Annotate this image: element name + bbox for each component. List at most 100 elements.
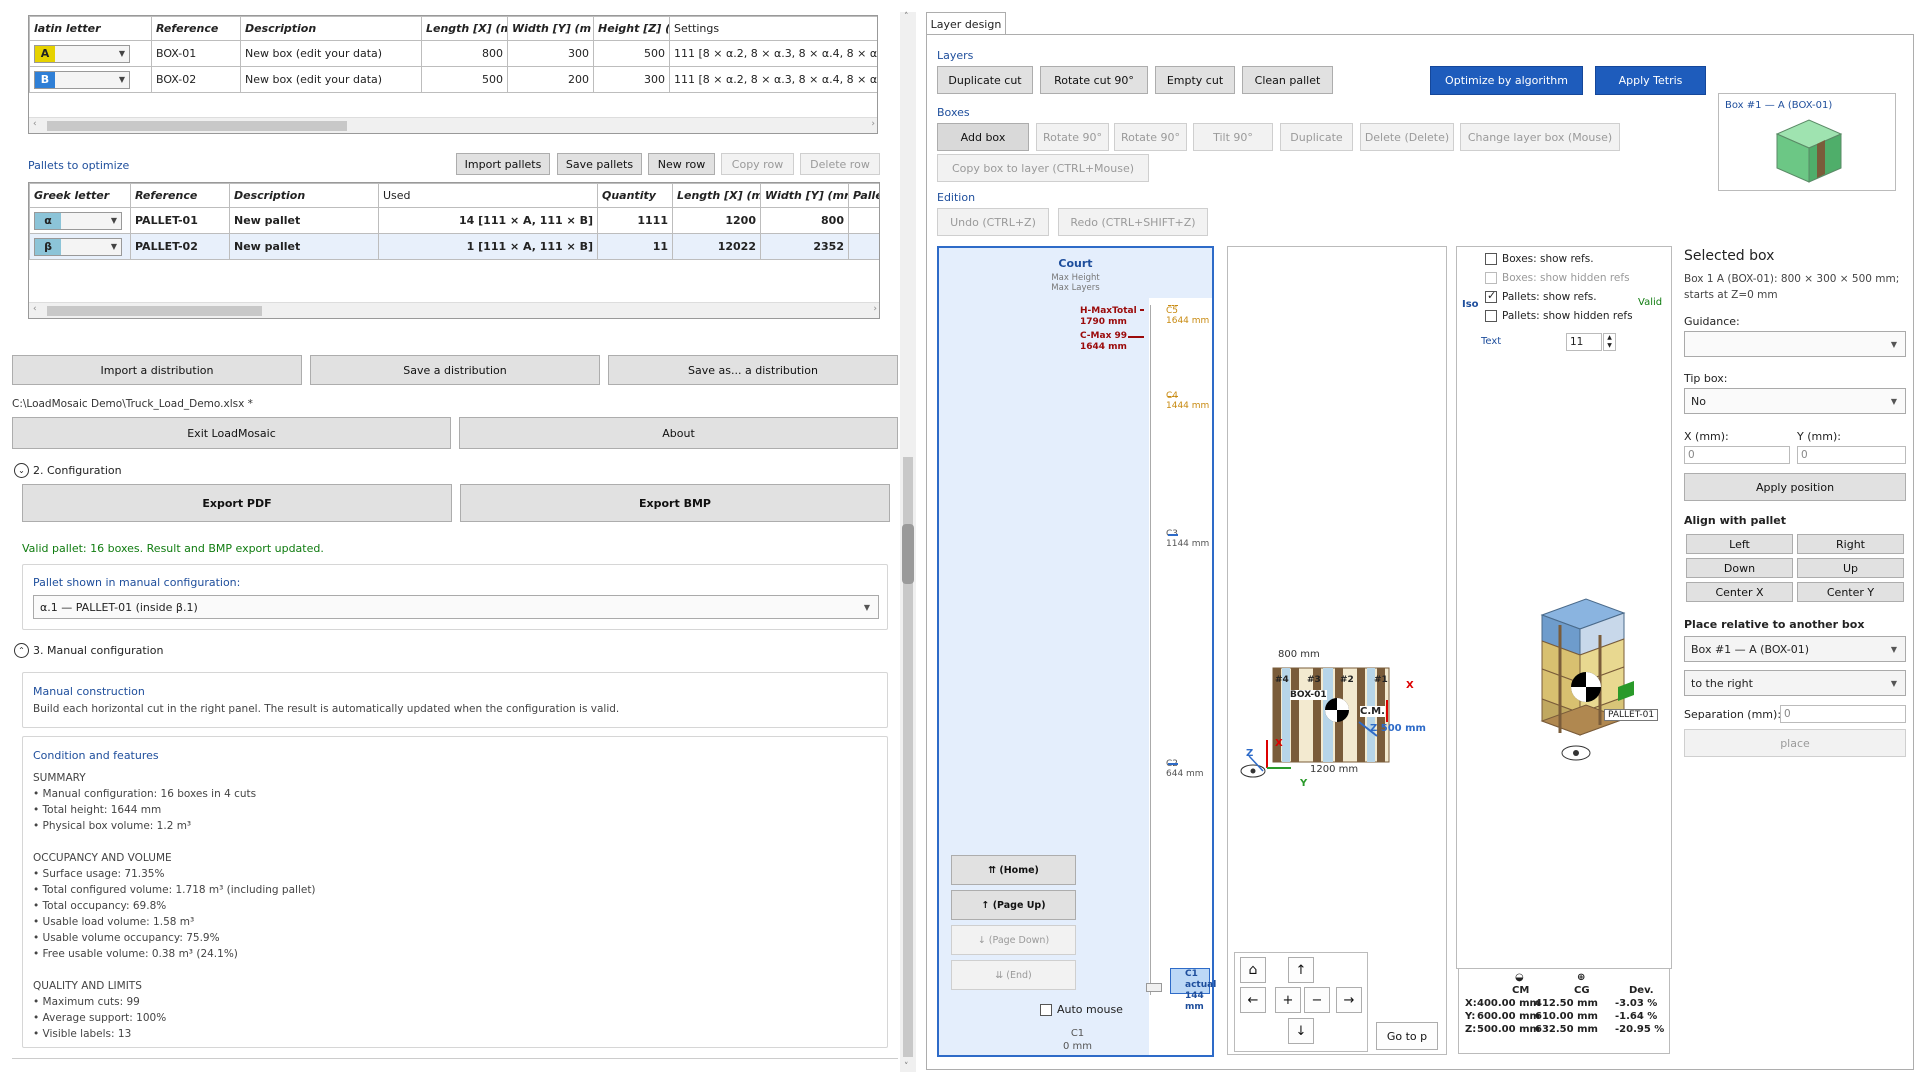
align-center-x-button[interactable]: Center X [1686, 582, 1793, 602]
table-row[interactable]: α ▼ PALLET-01 New pallet 14 [111 × A, 111… [29, 207, 879, 234]
text-size-spinner[interactable]: ▲ ▼ [1603, 333, 1616, 351]
horizontal-scrollbar[interactable]: ‹ › [29, 117, 877, 133]
table-row[interactable]: B ▼ BOX-02 New box (edit your data) 500 2… [29, 66, 877, 93]
width-cell[interactable]: 2352 [760, 233, 849, 260]
auto-mouse-checkbox[interactable]: Auto mouse [1040, 1003, 1123, 1016]
height-cell[interactable]: 500 [593, 40, 670, 67]
splitter-grip[interactable] [902, 524, 914, 584]
desc-cell[interactable]: New pallet [229, 207, 379, 234]
redo-button[interactable]: Redo (CTRL+SHIFT+Z) [1058, 208, 1208, 236]
home-icon[interactable]: ⌂ [1240, 957, 1266, 983]
relative-box-select[interactable]: Box #1 — A (BOX-01) ▼ [1684, 636, 1906, 662]
letter-combo[interactable]: β ▼ [34, 237, 122, 256]
letter-combo[interactable]: A ▼ [34, 44, 130, 63]
letter-cell[interactable]: β ▼ [29, 233, 131, 260]
pan-down-icon[interactable]: ↓ [1288, 1018, 1314, 1044]
align-center-y-button[interactable]: Center Y [1797, 582, 1904, 602]
scroll-thumb[interactable] [47, 306, 262, 316]
letter-combo[interactable]: B ▼ [34, 70, 130, 89]
nav-page-up-button[interactable]: ↑ (Page Up) [951, 890, 1076, 920]
nav-page-down-button[interactable]: ↓ (Page Down) [951, 925, 1076, 955]
ref-cell[interactable]: PALLET-01 [130, 207, 230, 234]
desc-cell[interactable]: New pallet [229, 233, 379, 260]
align-left-button[interactable]: Left [1686, 534, 1793, 554]
copy-row-button[interactable]: Copy row [721, 153, 794, 175]
scroll-up-icon[interactable]: ˄ [904, 12, 909, 22]
copy-box-to-layer-button[interactable]: Copy box to layer (CTRL+Mouse) [937, 154, 1149, 182]
collapse-icon[interactable]: ⌄ [14, 463, 29, 478]
duplicate-cut-button[interactable]: Duplicate cut [937, 66, 1033, 94]
checkbox-icon[interactable] [1485, 289, 1497, 303]
nav-end-button[interactable]: ⇊ (End) [951, 960, 1076, 990]
config-expander[interactable]: ⌄ 2. Configuration [14, 463, 122, 478]
checkbox-icon[interactable] [1485, 253, 1497, 265]
export-pdf-button[interactable]: Export PDF [22, 484, 452, 522]
checkbox-icon[interactable] [1485, 310, 1497, 322]
desc-cell[interactable]: New box (edit your data) [240, 40, 422, 67]
export-bmp-button[interactable]: Export BMP [460, 484, 890, 522]
opt-pallets-hidden-refs[interactable]: Pallets: show hidden refs [1485, 310, 1633, 322]
empty-cut-button[interactable]: Empty cut [1155, 66, 1235, 94]
add-box-button[interactable]: Add box [937, 123, 1029, 151]
rotate-90-alt-button[interactable]: Rotate 90° [1114, 123, 1187, 151]
clean-pallet-button[interactable]: Clean pallet [1242, 66, 1333, 94]
pan-left-icon[interactable]: ← [1240, 987, 1266, 1013]
optimize-button[interactable]: Optimize by algorithm [1430, 66, 1583, 95]
go-to-button[interactable]: Go to p [1376, 1022, 1438, 1050]
court-slider-thumb[interactable] [1146, 983, 1162, 992]
ref-cell[interactable]: BOX-02 [151, 66, 241, 93]
used-cell[interactable]: 1 [111 × A, 111 × B] [378, 233, 598, 260]
duplicate-box-button[interactable]: Duplicate [1280, 123, 1353, 151]
pallet-shown-select[interactable]: α.1 — PALLET-01 (inside β.1) ▼ [33, 595, 879, 619]
ref-cell[interactable]: BOX-01 [151, 40, 241, 67]
iso-3d-view[interactable] [1530, 595, 1670, 775]
about-button[interactable]: About [459, 417, 898, 449]
scroll-left-icon[interactable]: ‹ [33, 119, 37, 129]
level-c4[interactable]: C4 1444 mm [1166, 391, 1209, 411]
desc-cell[interactable]: New box (edit your data) [240, 66, 422, 93]
qty-cell[interactable]: 1111 [597, 207, 673, 234]
used-cell[interactable]: 14 [111 × A, 111 × B] [378, 207, 598, 234]
letter-cell[interactable]: B ▼ [29, 66, 152, 93]
width-cell[interactable]: 200 [507, 66, 594, 93]
nav-home-button[interactable]: ⇈ (Home) [951, 855, 1076, 885]
relative-position-select[interactable]: to the right ▼ [1684, 670, 1906, 696]
width-cell[interactable]: 800 [760, 207, 849, 234]
pan-right-icon[interactable]: → [1336, 987, 1362, 1013]
y-input[interactable]: 0 [1797, 446, 1906, 464]
length-cell[interactable]: 1200 [672, 207, 761, 234]
scroll-right-icon[interactable]: › [873, 304, 877, 314]
left-vertical-scrollbar[interactable]: ˄ ˅ [900, 12, 916, 1072]
opt-boxes-refs[interactable]: Boxes: show refs. [1485, 253, 1594, 265]
tip-box-select[interactable]: No ▼ [1684, 388, 1906, 414]
separation-input[interactable]: 0 [1780, 705, 1906, 723]
length-cell[interactable]: 12022 [672, 233, 761, 260]
align-up-button[interactable]: Up [1797, 558, 1904, 578]
layer-design-tab[interactable]: Layer design [926, 12, 1006, 35]
x-input[interactable]: 0 [1684, 446, 1790, 464]
align-down-button[interactable]: Down [1686, 558, 1793, 578]
level-c5[interactable]: C5 1644 mm [1166, 306, 1209, 326]
extra-cell[interactable] [848, 207, 879, 234]
undo-button[interactable]: Undo (CTRL+Z) [937, 208, 1049, 236]
apply-position-button[interactable]: Apply position [1684, 473, 1906, 501]
checkbox-icon[interactable] [1485, 272, 1497, 284]
plan-view-panel[interactable] [1227, 246, 1447, 1055]
checkbox-icon[interactable] [1040, 1003, 1052, 1016]
height-cell[interactable]: 300 [593, 66, 670, 93]
length-cell[interactable]: 500 [421, 66, 508, 93]
pan-up-icon[interactable]: ↑ [1288, 957, 1314, 983]
delete-row-button[interactable]: Delete row [800, 153, 880, 175]
import-distribution-button[interactable]: Import a distribution [12, 355, 302, 385]
level-c2[interactable]: C2644 mm [1166, 759, 1204, 779]
new-row-button[interactable]: New row [648, 153, 715, 175]
scroll-thumb[interactable] [47, 121, 347, 131]
collapse-icon[interactable]: ⌃ [14, 643, 29, 658]
save-as-distribution-button[interactable]: Save as... a distribution [608, 355, 898, 385]
extra-cell[interactable] [848, 233, 879, 260]
place-button[interactable]: place [1684, 729, 1906, 757]
scroll-left-icon[interactable]: ‹ [33, 304, 37, 314]
zoom-in-icon[interactable]: + [1275, 987, 1301, 1013]
horizontal-scrollbar[interactable]: ‹ › [29, 302, 879, 318]
length-cell[interactable]: 800 [421, 40, 508, 67]
